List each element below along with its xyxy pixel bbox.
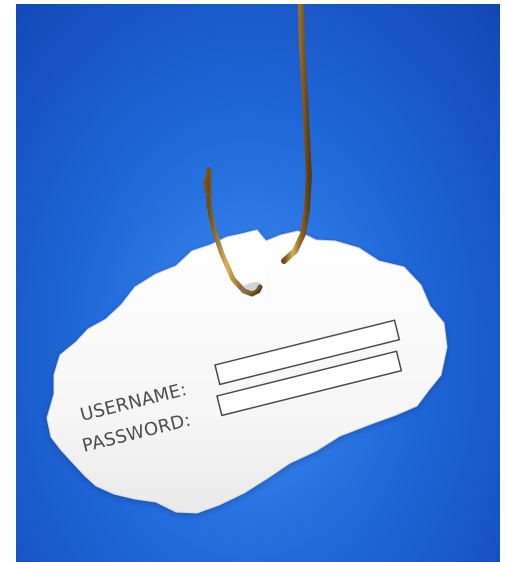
phishing-scene: USERNAME: PASSWORD: <box>16 4 500 562</box>
phishing-illustration: USERNAME: PASSWORD: <box>46 4 448 514</box>
